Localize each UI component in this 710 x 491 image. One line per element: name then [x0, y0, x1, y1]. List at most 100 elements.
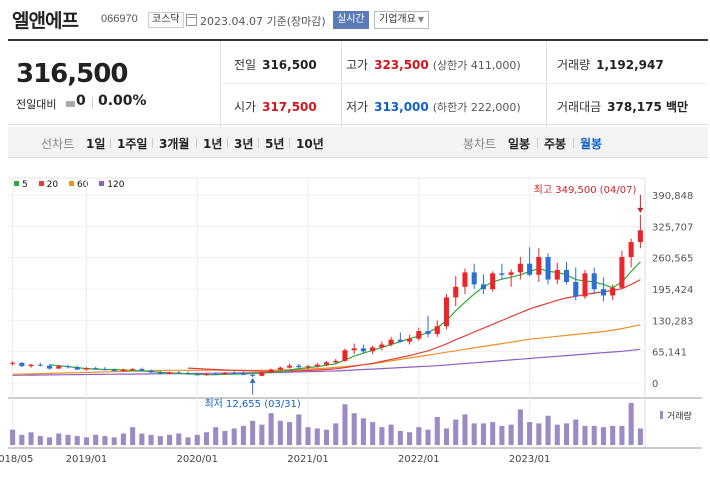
tab-10y[interactable]: 10년 [296, 135, 324, 152]
divider [227, 138, 228, 148]
candle-body [573, 281, 579, 297]
volume-bar [480, 423, 486, 445]
price-summary: 316,500 전일대비 0 0.00% 전일 316,500 고가 323,500… [8, 39, 708, 127]
volume-bar [462, 414, 468, 445]
divider [573, 138, 574, 148]
candle-body [250, 374, 256, 376]
candle-body [416, 331, 422, 339]
candle-body [323, 362, 330, 365]
chart-period-tabs: 선차트 1일 1주일 3개월 1년 3년 5년 10년 봉차트 일봉 주봉 월봉 [8, 127, 708, 158]
prev-close-label: 전일 [234, 58, 257, 72]
tab-5y[interactable]: 5년 [265, 135, 284, 152]
volume-bar [499, 425, 505, 445]
candle-body [83, 368, 90, 370]
tab-monthly[interactable]: 월봉 [580, 135, 602, 152]
y-tick-label: 130,283 [652, 316, 693, 327]
candle-body [425, 331, 431, 334]
price-chart[interactable]: 390,848 325,707 260,565 195,424 130,283 65,14… [0, 160, 710, 491]
y-tick-label: 260,565 [652, 254, 693, 265]
volume-bar [490, 422, 496, 445]
volume-legend-swatch [660, 411, 663, 419]
candle-body [453, 286, 459, 298]
volume-bar [508, 424, 514, 445]
candle-body [231, 372, 237, 374]
volume-bar [296, 414, 302, 445]
volume-bar [453, 419, 459, 445]
candle-body [471, 272, 477, 285]
candle-chart-caption: 봉차트 [463, 137, 497, 151]
candle-body [268, 369, 274, 373]
candle-body [93, 368, 99, 370]
y-tick-label: 325,707 [652, 222, 693, 233]
candle-body [185, 373, 191, 375]
volume-bar [139, 433, 145, 445]
volume-bar [277, 420, 283, 445]
tab-3y[interactable]: 3년 [234, 135, 253, 152]
candle-body [139, 369, 145, 371]
volume-bar [388, 424, 394, 445]
candle-body [517, 263, 523, 273]
volume-bar [443, 428, 450, 445]
volume-bar [619, 425, 625, 445]
prev-close-value: 316,500 [262, 58, 317, 72]
tab-1y[interactable]: 1년 [203, 135, 222, 152]
market-badge: 코스닥 [148, 12, 184, 28]
volume-bar [323, 429, 330, 445]
volume-bar [379, 427, 385, 445]
max-arrow-head [637, 207, 644, 213]
divider [289, 138, 290, 148]
volume-bar [416, 427, 422, 445]
volume-bar [111, 437, 117, 445]
candle-body [536, 256, 542, 275]
x-tick-label: 2023/01 [509, 454, 551, 465]
candle-body [443, 297, 450, 327]
candle-body [600, 289, 606, 296]
company-overview-dropdown[interactable]: 기업개요 ▼ [374, 11, 429, 29]
volume-bar [425, 429, 431, 445]
volume-bar [610, 425, 616, 445]
volume-bar [19, 434, 25, 445]
tab-3m[interactable]: 3개월 [159, 135, 189, 152]
volume-bar [360, 418, 366, 445]
change-rate: 0.00% [98, 93, 147, 109]
y-tick-label: 65,141 [652, 348, 687, 359]
volume-bar [240, 425, 246, 445]
tab-1w[interactable]: 1주일 [117, 135, 147, 152]
max-price-label: 최고 349,500 (04/07) [534, 184, 637, 196]
divider [220, 83, 708, 84]
volume-bar [47, 437, 53, 445]
lower-limit: (하한가 222,000) [432, 101, 521, 114]
volume-bar [563, 423, 570, 445]
candle-body [10, 362, 16, 364]
company-overview-label: 기업개요 [379, 14, 416, 25]
volume: 거래량 1,192,947 [557, 56, 664, 73]
tab-1d[interactable]: 1일 [86, 135, 105, 152]
candle-body [637, 230, 643, 243]
candle-body [130, 369, 136, 371]
volume-bar [527, 422, 533, 445]
stock-code: 066970 [101, 13, 138, 25]
volume-bar [600, 427, 606, 445]
volume-bar [176, 433, 182, 445]
candle-body [37, 364, 43, 366]
volume-bar [83, 437, 90, 445]
realtime-button[interactable]: 실시간 [333, 11, 369, 29]
volume-bar [628, 403, 634, 445]
volume-bar [10, 429, 16, 445]
candle-body [167, 372, 173, 374]
x-tick-label: 2018/05 [0, 454, 33, 465]
y-tick-label: 390,848 [652, 191, 693, 202]
open-label: 시가 [234, 100, 257, 114]
candle-body [19, 362, 25, 367]
tab-weekly[interactable]: 주봉 [544, 135, 566, 152]
candle-body [176, 372, 182, 374]
candle-body [259, 372, 265, 376]
volume-bar [582, 425, 588, 445]
candle-body [527, 263, 533, 275]
volume-bar [370, 422, 376, 445]
tab-daily[interactable]: 일봉 [508, 135, 530, 152]
candle-body [314, 364, 320, 367]
volume-bar [342, 404, 348, 445]
divider [92, 97, 93, 109]
volume-value: 1,192,947 [596, 58, 664, 72]
